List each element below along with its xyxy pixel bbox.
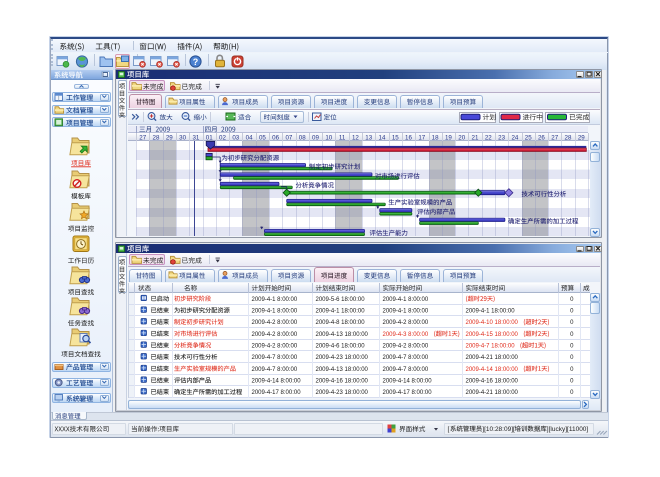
svg-text:09: 09 (312, 134, 319, 141)
svg-text:04: 04 (246, 134, 253, 141)
svg-text:25: 25 (525, 134, 532, 141)
svg-text:16: 16 (405, 134, 412, 141)
svg-text:2009-4-23 18:00:00: 2009-4-23 18:00:00 (316, 355, 369, 361)
svg-text:2009-4-15 18:00:00: 2009-4-15 18:00:00 (466, 332, 519, 338)
svg-text:31: 31 (192, 134, 199, 141)
svg-text:2009-4-2 8:00:00: 2009-4-2 8:00:00 (252, 320, 298, 326)
svg-text:2009-4-13 18:00:00: 2009-4-13 18:00:00 (316, 367, 369, 373)
svg-text:27: 27 (139, 134, 146, 141)
svg-text:26: 26 (538, 134, 545, 141)
svg-text:2009-4-21 18:00:00: 2009-4-21 18:00:00 (466, 355, 519, 361)
svg-text:2009-4-1 18:00:00: 2009-4-1 18:00:00 (316, 309, 366, 315)
svg-text:29: 29 (166, 134, 173, 141)
svg-text:2009-4-23 18:00:00: 2009-4-23 18:00:00 (316, 390, 369, 396)
svg-text:06: 06 (272, 134, 279, 141)
svg-text:2009-4-17 8:00:00: 2009-4-17 8:00:00 (252, 390, 302, 396)
svg-text:0: 0 (570, 355, 574, 361)
svg-text:2009-4-7 18:00:00: 2009-4-7 18:00:00 (466, 344, 516, 350)
svg-text:2009-4-1 18:00:00: 2009-4-1 18:00:00 (466, 309, 516, 315)
svg-text:2009-4-17 8:00:00: 2009-4-17 8:00:00 (383, 390, 433, 396)
svg-text:2009-4-13 18:00:00: 2009-4-13 18:00:00 (316, 332, 369, 338)
svg-text:2009-4-1 8:00:00: 2009-4-1 8:00:00 (383, 309, 429, 315)
svg-text:2009-4-1 8:00:00: 2009-4-1 8:00:00 (383, 297, 429, 303)
svg-text:21: 21 (472, 134, 479, 141)
svg-text:22: 22 (485, 134, 492, 141)
svg-text:2009-4-3 8:00:00: 2009-4-3 8:00:00 (383, 332, 429, 338)
svg-text:2009-5-6 18:00:00: 2009-5-6 18:00:00 (316, 297, 366, 303)
svg-text:0: 0 (570, 332, 574, 338)
svg-text:20: 20 (458, 134, 465, 141)
svg-text:0: 0 (570, 379, 574, 385)
svg-text:18: 18 (432, 134, 439, 141)
svg-text:][lucky][11000]: ][lucky][11000] (547, 426, 589, 433)
svg-text:14: 14 (379, 134, 386, 141)
svg-text:2009-4-14 8:00:00: 2009-4-14 8:00:00 (383, 379, 433, 385)
svg-text:0: 0 (570, 309, 574, 315)
svg-text:28: 28 (153, 134, 160, 141)
svg-text:0: 0 (570, 367, 574, 373)
svg-text:2009-4-6 18:00:00: 2009-4-6 18:00:00 (316, 344, 366, 350)
svg-text:23: 23 (498, 134, 505, 141)
svg-text:2009-4-2 8:00:00: 2009-4-2 8:00:00 (383, 344, 429, 350)
svg-text:2009-4-14 8:00:00: 2009-4-14 8:00:00 (252, 379, 302, 385)
svg-text:2009-4-2 8:00:00: 2009-4-2 8:00:00 (383, 320, 429, 326)
svg-text:30: 30 (179, 134, 186, 141)
svg-text:28: 28 (565, 134, 572, 141)
svg-text:0: 0 (570, 297, 574, 303)
svg-text:2009-4-2 8:00:00: 2009-4-2 8:00:00 (252, 332, 298, 338)
svg-text:15: 15 (392, 134, 399, 141)
svg-text:2009-4-10 18:00:00: 2009-4-10 18:00:00 (466, 320, 519, 326)
svg-text:13: 13 (365, 134, 372, 141)
svg-text:05: 05 (259, 134, 266, 141)
svg-text:10: 10 (325, 134, 332, 141)
svg-text:][10:28:09][: ][10:28:09][ (482, 426, 515, 433)
svg-text:2009-4-14 18:00:00: 2009-4-14 18:00:00 (466, 367, 519, 373)
svg-text:11: 11 (339, 134, 346, 141)
svg-text:0: 0 (570, 320, 574, 326)
svg-text:12: 12 (352, 134, 359, 141)
svg-text:2009-4-2 8:00:00: 2009-4-2 8:00:00 (252, 344, 298, 350)
svg-text:2009-4-7 8:00:00: 2009-4-7 8:00:00 (252, 367, 298, 373)
svg-text:2009-4-8 18:00:00: 2009-4-8 18:00:00 (316, 320, 366, 326)
svg-text:?: ? (193, 57, 199, 67)
svg-text:02: 02 (219, 134, 226, 141)
svg-text:08: 08 (299, 134, 306, 141)
svg-text:19: 19 (445, 134, 452, 141)
svg-text:2009-4-16 18:00:00: 2009-4-16 18:00:00 (316, 379, 369, 385)
svg-text:2009-4-1 8:00:00: 2009-4-1 8:00:00 (252, 309, 298, 315)
svg-text:2009-4-7 8:00:00: 2009-4-7 8:00:00 (383, 367, 429, 373)
svg-text:2009-4-1 8:00:00: 2009-4-1 8:00:00 (252, 297, 298, 303)
svg-text:24: 24 (511, 134, 518, 141)
svg-text:07: 07 (285, 134, 292, 141)
svg-text:[: [ (448, 426, 450, 433)
svg-text:0: 0 (570, 390, 574, 396)
svg-text:2009-4-16 18:00:00: 2009-4-16 18:00:00 (466, 379, 519, 385)
svg-text:03: 03 (232, 134, 239, 141)
svg-text:2009-4-7 8:00:00: 2009-4-7 8:00:00 (383, 355, 429, 361)
svg-text:29: 29 (578, 134, 585, 141)
svg-text:0: 0 (570, 344, 574, 350)
svg-text:17: 17 (418, 134, 425, 141)
svg-text:2009-4-21 18:00:00: 2009-4-21 18:00:00 (466, 390, 519, 396)
svg-text:27: 27 (551, 134, 558, 141)
svg-text:2009-4-7 8:00:00: 2009-4-7 8:00:00 (252, 355, 298, 361)
svg-text:01: 01 (206, 134, 213, 141)
